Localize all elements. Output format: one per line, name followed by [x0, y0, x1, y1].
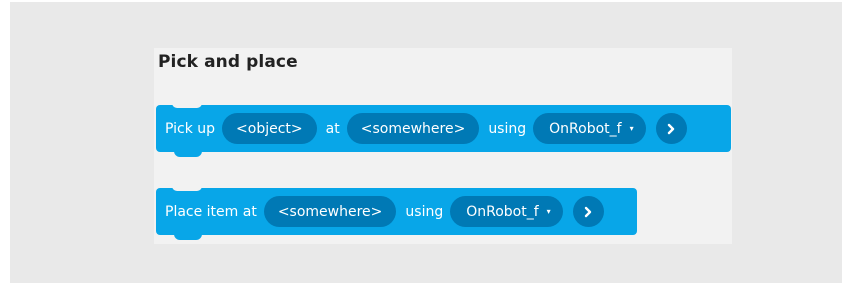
using-label: using	[405, 203, 444, 220]
location-field[interactable]: <somewhere>	[346, 113, 480, 144]
dropdown-caret-icon: ▾	[629, 123, 634, 133]
dropdown-caret-icon: ▾	[546, 206, 551, 216]
tool-dropdown[interactable]: OnRobot_f ▾	[533, 113, 646, 144]
tool-dropdown[interactable]: OnRobot_f ▾	[450, 196, 563, 227]
chevron-right-icon	[584, 206, 592, 217]
pick-up-label: Pick up	[165, 120, 216, 137]
using-label: using	[488, 120, 527, 137]
next-button[interactable]	[572, 196, 604, 227]
at-label: at	[325, 120, 340, 137]
chevron-right-icon	[667, 123, 675, 134]
object-field[interactable]: <object>	[222, 113, 317, 144]
location-field[interactable]: <somewhere>	[263, 196, 397, 227]
pick-and-place-panel: Pick and place Pick up <object> at <some…	[154, 48, 732, 244]
pick-up-block[interactable]: Pick up <object> at <somewhere> using On…	[156, 103, 731, 157]
canvas-background: Pick and place Pick up <object> at <some…	[10, 2, 842, 283]
panel-title: Pick and place	[158, 52, 298, 72]
tool-dropdown-value: OnRobot_f	[466, 203, 539, 220]
next-button[interactable]	[655, 113, 687, 144]
place-item-block[interactable]: Place item at <somewhere> using OnRobot_…	[156, 186, 637, 240]
place-item-label: Place item at	[165, 203, 257, 220]
tool-dropdown-value: OnRobot_f	[549, 120, 622, 137]
